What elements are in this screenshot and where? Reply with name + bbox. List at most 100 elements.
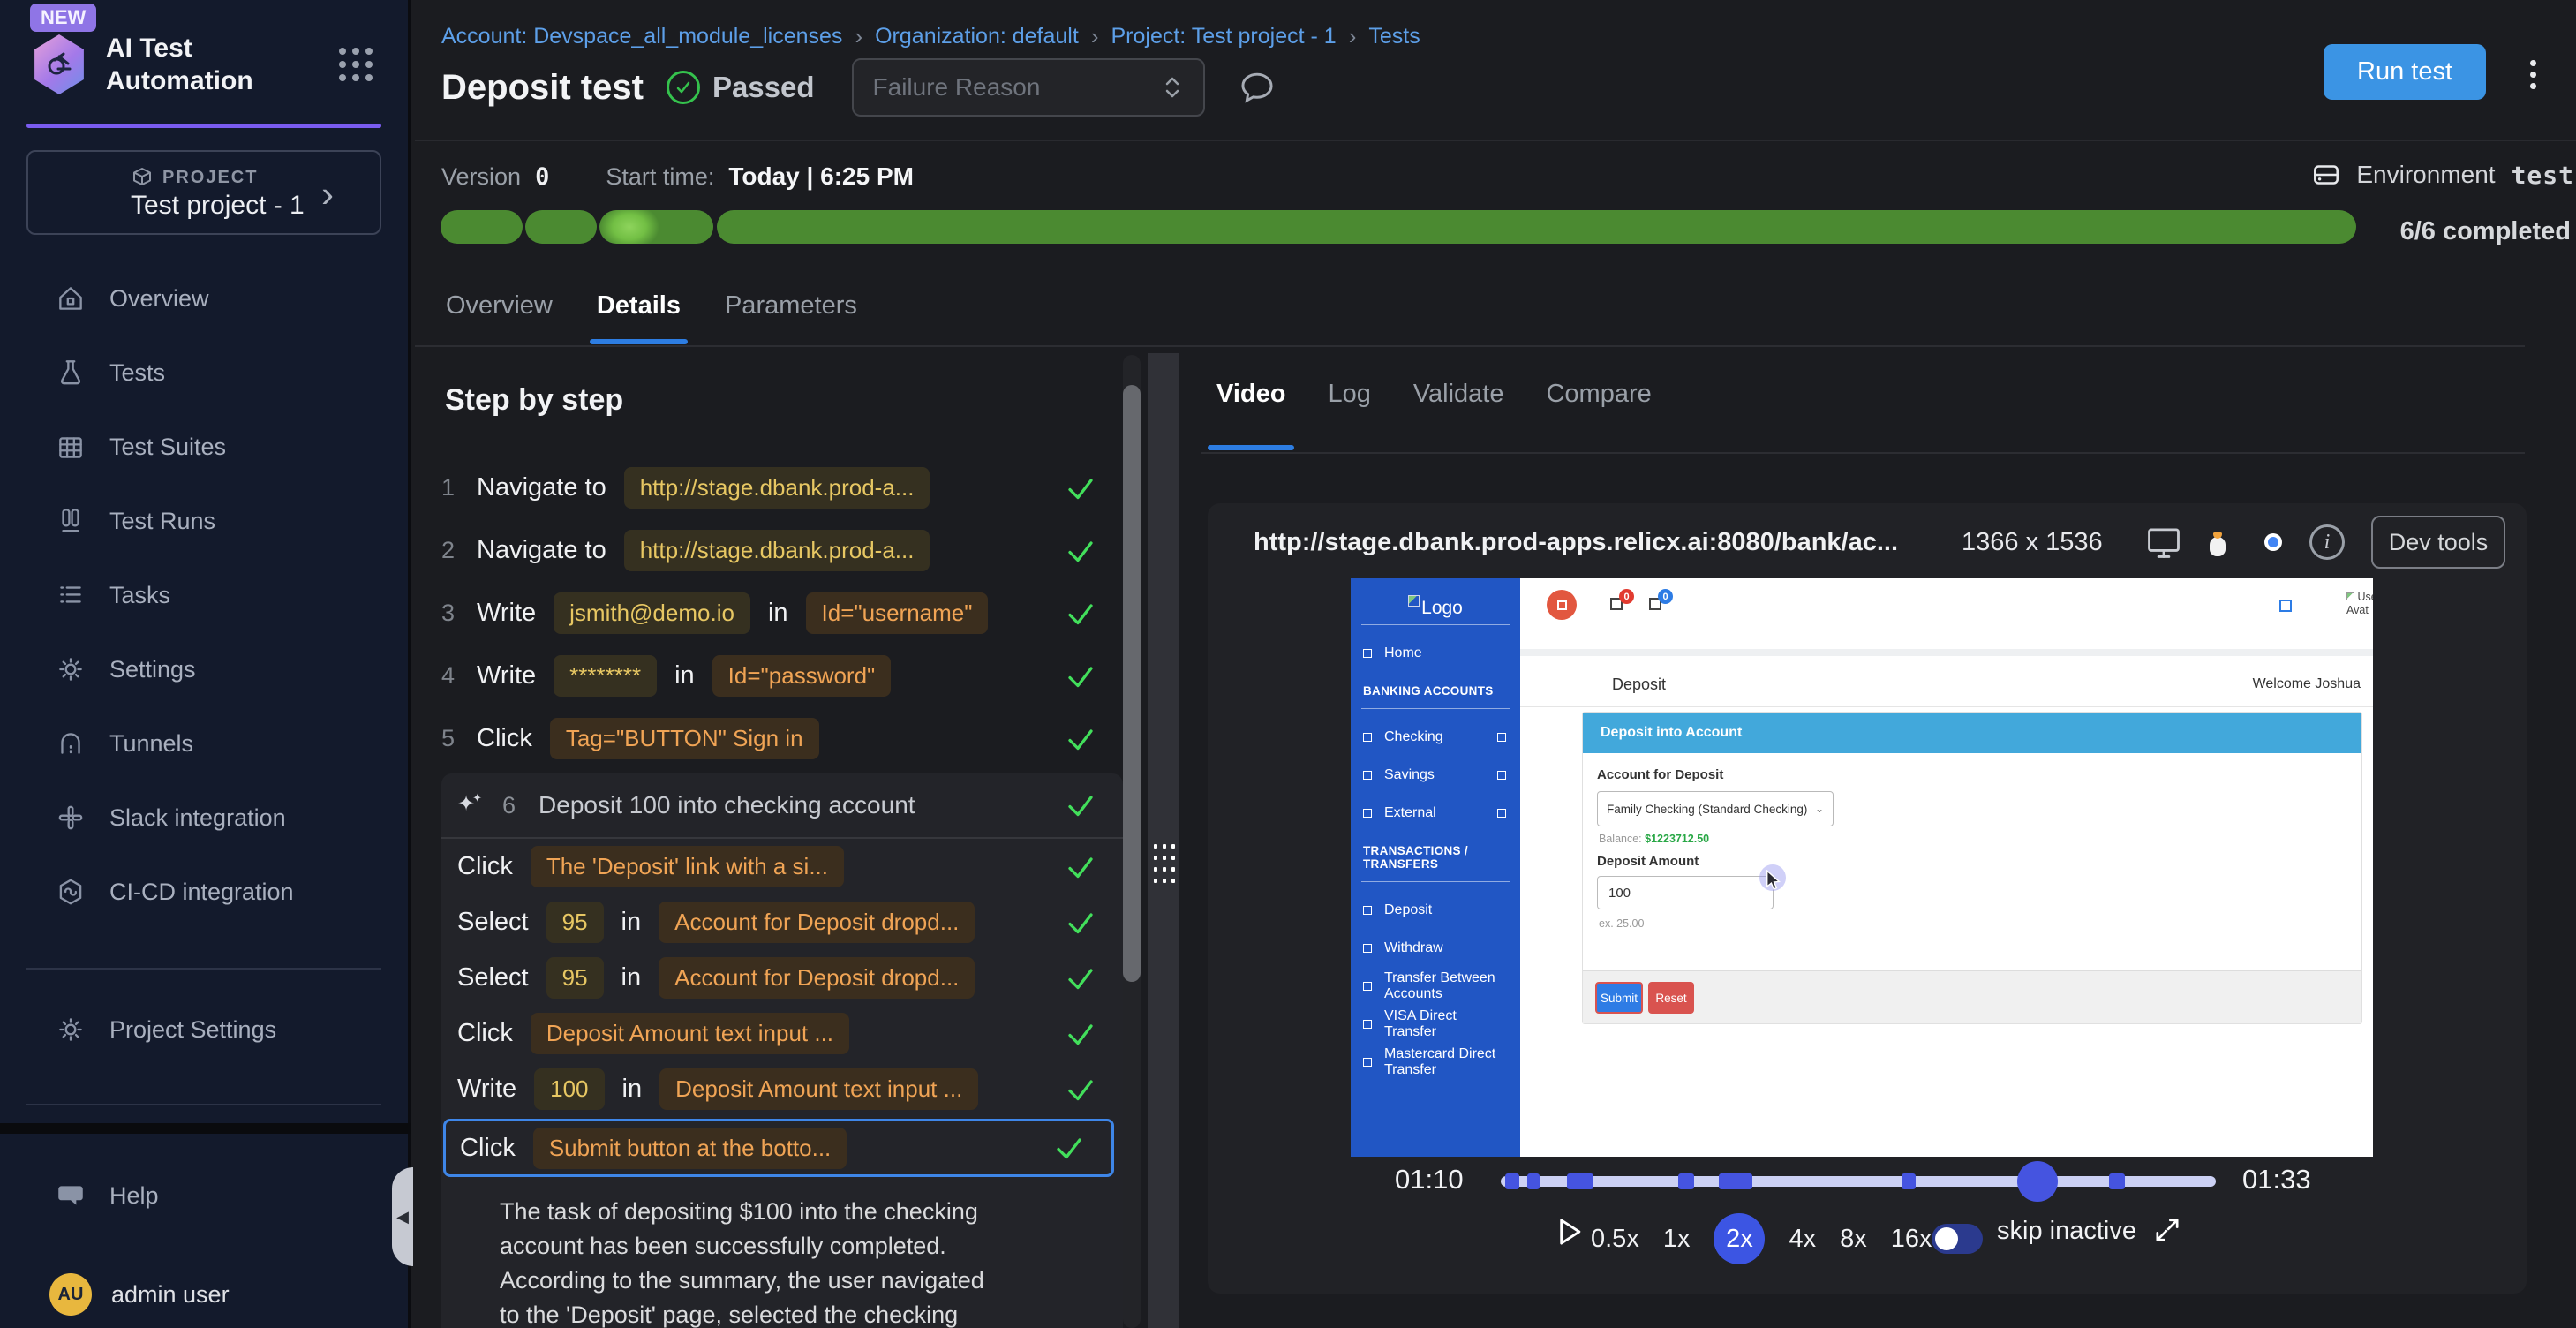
steps-scrollbar-thumb[interactable] [1123, 385, 1141, 982]
sidebar-item-overview[interactable]: Overview [0, 261, 408, 336]
speed-0-5x[interactable]: 0.5x [1591, 1225, 1639, 1254]
info-icon[interactable]: i [2309, 524, 2345, 560]
sidebar-item-tunnels[interactable]: Tunnels [0, 706, 408, 781]
notification-icon[interactable]: 0 [1610, 598, 1623, 610]
bank-link-external[interactable]: External [1351, 794, 1520, 832]
timeline-marker[interactable] [1719, 1173, 1752, 1189]
grid-icon [55, 431, 87, 463]
media-tab-video[interactable]: Video [1216, 380, 1285, 450]
timeline-marker[interactable] [1678, 1173, 1694, 1189]
media-tab-validate[interactable]: Validate [1413, 380, 1504, 450]
sidebar-item-help[interactable]: ?Help [0, 1158, 408, 1233]
step-number: 6 [502, 792, 516, 819]
speed-1x[interactable]: 1x [1663, 1225, 1691, 1254]
bank-link-withdraw[interactable]: Withdraw [1351, 929, 1520, 967]
tab-overview[interactable]: Overview [446, 291, 553, 344]
step-row[interactable]: Select95inAccount for Deposit dropd... [441, 894, 1123, 950]
step-row[interactable]: ClickSubmit button at the botto... [443, 1119, 1114, 1177]
skip-inactive-label: skip inactive [1997, 1217, 2136, 1246]
play-button[interactable] [1552, 1215, 1586, 1249]
sidebar-item-settings[interactable]: Settings [0, 632, 408, 706]
bank-link-checking[interactable]: Checking [1351, 718, 1520, 756]
video-frame[interactable]: Logo HomeBANKING ACCOUNTSCheckingSavings… [1351, 578, 2373, 1157]
deposit-banner: Deposit into Account [1583, 713, 2361, 753]
message-icon[interactable]: 0 [1649, 598, 1661, 610]
failure-reason-select[interactable]: Failure Reason [852, 58, 1205, 117]
video-url: http://stage.dbank.prod-apps.relicx.ai:8… [1254, 528, 1898, 557]
step-row[interactable]: Write100inDeposit Amount text input ... [441, 1061, 1123, 1117]
project-selector[interactable]: PROJECT Test project - 1 › [26, 150, 381, 235]
breadcrumb-link[interactable]: Account: Devspace_all_module_licenses [441, 24, 842, 49]
timeline-marker[interactable] [1505, 1173, 1519, 1189]
timeline-marker[interactable] [1527, 1173, 1540, 1189]
bank-submit-button[interactable]: Submit [1595, 982, 1643, 1014]
sidebar-collapse-handle[interactable]: ◀ [392, 1167, 413, 1266]
sidebar-item-slack-integration[interactable]: Slack integration [0, 781, 408, 855]
bank-reset-button[interactable]: Reset [1648, 982, 1694, 1014]
tab-parameters[interactable]: Parameters [725, 291, 857, 344]
bank-link-deposit[interactable]: Deposit [1351, 891, 1520, 929]
video-timeline[interactable] [1501, 1176, 2216, 1187]
step-value-chip: 95 [546, 902, 604, 943]
app-launcher-icon[interactable] [339, 48, 381, 81]
timeline-marker[interactable] [2109, 1173, 2125, 1189]
progress-segment-highlight[interactable] [599, 210, 713, 244]
speed-4x[interactable]: 4x [1789, 1225, 1816, 1254]
step-row[interactable]: ClickDeposit Amount text input ... [441, 1006, 1123, 1061]
sidebar-item-ci-cd-integration[interactable]: CI-CD integration [0, 855, 408, 929]
sidebar-item-tasks[interactable]: Tasks [0, 558, 408, 632]
speed-2x[interactable]: 2x [1714, 1213, 1765, 1264]
progress-segment[interactable] [717, 210, 2356, 244]
app-title: AI TestAutomation [106, 32, 253, 97]
step-row[interactable]: 4Write********inId="password" [441, 645, 1123, 707]
fullscreen-icon[interactable] [2150, 1213, 2184, 1247]
progress-segment[interactable] [441, 210, 523, 244]
media-tab-log[interactable]: Log [1328, 380, 1370, 450]
detail-tabs: Overview Details Parameters [446, 291, 857, 344]
tab-details[interactable]: Details [597, 291, 681, 344]
user-avatar-broken-image[interactable]: User Avat [2346, 591, 2373, 617]
bank-link-savings[interactable]: Savings [1351, 756, 1520, 794]
step-row[interactable]: ClickThe 'Deposit' link with a si... [441, 839, 1123, 894]
sidebar-item-project-settings[interactable]: Project Settings [0, 992, 408, 1067]
timeline-marker[interactable] [1567, 1173, 1593, 1189]
dev-tools-button[interactable]: Dev tools [2371, 516, 2505, 569]
bank-link-home[interactable]: Home [1351, 634, 1520, 672]
deposit-amount-input[interactable]: 100 [1597, 876, 1774, 909]
speed-8x[interactable]: 8x [1840, 1225, 1867, 1254]
step-connector: in [768, 599, 788, 628]
step-action: Select [457, 908, 529, 937]
speed-16x[interactable]: 16x [1891, 1225, 1932, 1254]
sidebar-item-tests[interactable]: Tests [0, 336, 408, 410]
step-group-header[interactable]: ✦✦ 6 Deposit 100 into checking account [441, 773, 1123, 839]
breadcrumb-link[interactable]: Project: Test project - 1 [1111, 24, 1336, 49]
step-row[interactable]: 3Writejsmith@demo.ioinId="username" [441, 582, 1123, 645]
home-icon [55, 283, 87, 314]
sidebar-item-test-suites[interactable]: Test Suites [0, 410, 408, 484]
step-row[interactable]: 2Navigate tohttp://stage.dbank.prod-a... [441, 519, 1123, 582]
media-tab-compare[interactable]: Compare [1546, 380, 1651, 450]
skip-inactive-toggle[interactable] [1932, 1224, 1983, 1254]
sidebar-item-test-runs[interactable]: Test Runs [0, 484, 408, 558]
bank-link-mastercard-direct-transfer[interactable]: Mastercard Direct Transfer [1351, 1043, 1520, 1081]
step-row[interactable]: 1Navigate tohttp://stage.dbank.prod-a... [441, 456, 1123, 519]
select-updown-icon [1161, 73, 1184, 102]
timeline-marker[interactable] [1902, 1173, 1916, 1189]
run-test-button[interactable]: Run test [2324, 44, 2486, 100]
timeline-scrubber[interactable] [2017, 1161, 2058, 1202]
step-number: 1 [441, 474, 477, 502]
bank-link-transfer-between-accounts[interactable]: Transfer Between Accounts [1351, 967, 1520, 1005]
step-row[interactable]: 5ClickTag="BUTTON" Sign in [441, 707, 1123, 770]
comment-icon[interactable] [1239, 69, 1276, 106]
step-row[interactable]: Select95inAccount for Deposit dropd... [441, 950, 1123, 1006]
bank-link-visa-direct-transfer[interactable]: VISA Direct Transfer [1351, 1005, 1520, 1043]
progress-segment[interactable] [525, 210, 597, 244]
balance-text: Balance: $1223712.50 [1599, 833, 1709, 845]
step-action: Navigate to [477, 473, 606, 502]
more-options-kebab-icon[interactable] [2530, 55, 2537, 94]
breadcrumb-link[interactable]: Organization: default [875, 24, 1079, 49]
account-for-deposit-select[interactable]: Family Checking (Standard Checking)⌄ [1597, 791, 1834, 826]
panel-resize-handle[interactable] [1148, 353, 1179, 1328]
breadcrumb-link[interactable]: Tests [1368, 24, 1420, 49]
user-menu[interactable]: AU admin user [0, 1268, 408, 1321]
